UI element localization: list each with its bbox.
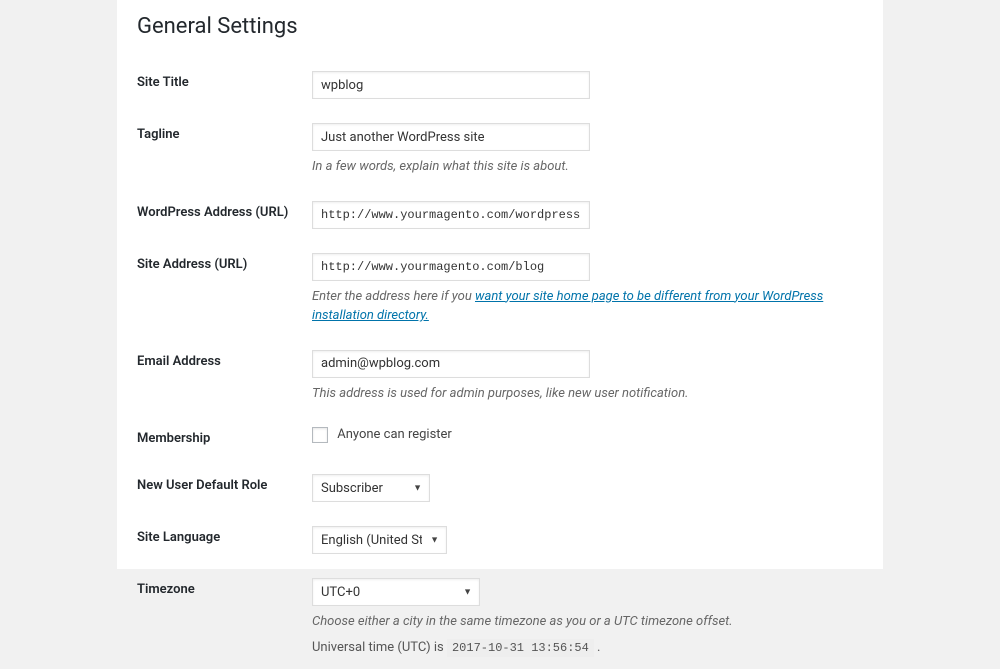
site-address-label: Site Address (URL): [137, 241, 312, 338]
utc-time-suffix: .: [594, 640, 601, 655]
timezone-label: Timezone: [137, 566, 312, 669]
site-title-input[interactable]: [312, 71, 590, 99]
settings-form-table: Site Title Tagline In a few words, expla…: [137, 59, 863, 669]
site-address-desc-prefix: Enter the address here if you: [312, 289, 475, 304]
timezone-description: Choose either a city in the same timezon…: [312, 612, 853, 632]
utc-time-value: 2017-10-31 13:56:54: [447, 639, 594, 657]
default-role-label: New User Default Role: [137, 462, 312, 514]
site-address-input[interactable]: [312, 253, 590, 281]
tagline-input[interactable]: [312, 123, 590, 151]
email-label: Email Address: [137, 338, 312, 416]
language-label: Site Language: [137, 514, 312, 566]
utc-time-line: Universal time (UTC) is 2017-10-31 13:56…: [312, 638, 853, 658]
membership-label: Membership: [137, 415, 312, 462]
utc-time-prefix: Universal time (UTC) is: [312, 640, 447, 655]
membership-checkbox[interactable]: [312, 427, 328, 443]
membership-checkbox-label: Anyone can register: [337, 428, 452, 443]
wp-address-label: WordPress Address (URL): [137, 189, 312, 241]
default-role-select[interactable]: Subscriber: [312, 474, 430, 502]
email-input[interactable]: [312, 350, 590, 378]
tagline-label: Tagline: [137, 111, 312, 189]
language-select[interactable]: English (United States): [312, 526, 447, 554]
site-title-label: Site Title: [137, 59, 312, 111]
page-title: General Settings: [137, 10, 863, 39]
tagline-description: In a few words, explain what this site i…: [312, 157, 853, 177]
membership-checkbox-wrap[interactable]: Anyone can register: [312, 427, 452, 442]
email-description: This address is used for admin purposes,…: [312, 384, 853, 404]
wp-address-input[interactable]: [312, 201, 590, 229]
site-address-description: Enter the address here if you want your …: [312, 287, 853, 326]
general-settings-panel: General Settings Site Title Tagline In a…: [117, 0, 883, 569]
timezone-select[interactable]: UTC+0: [312, 578, 480, 606]
